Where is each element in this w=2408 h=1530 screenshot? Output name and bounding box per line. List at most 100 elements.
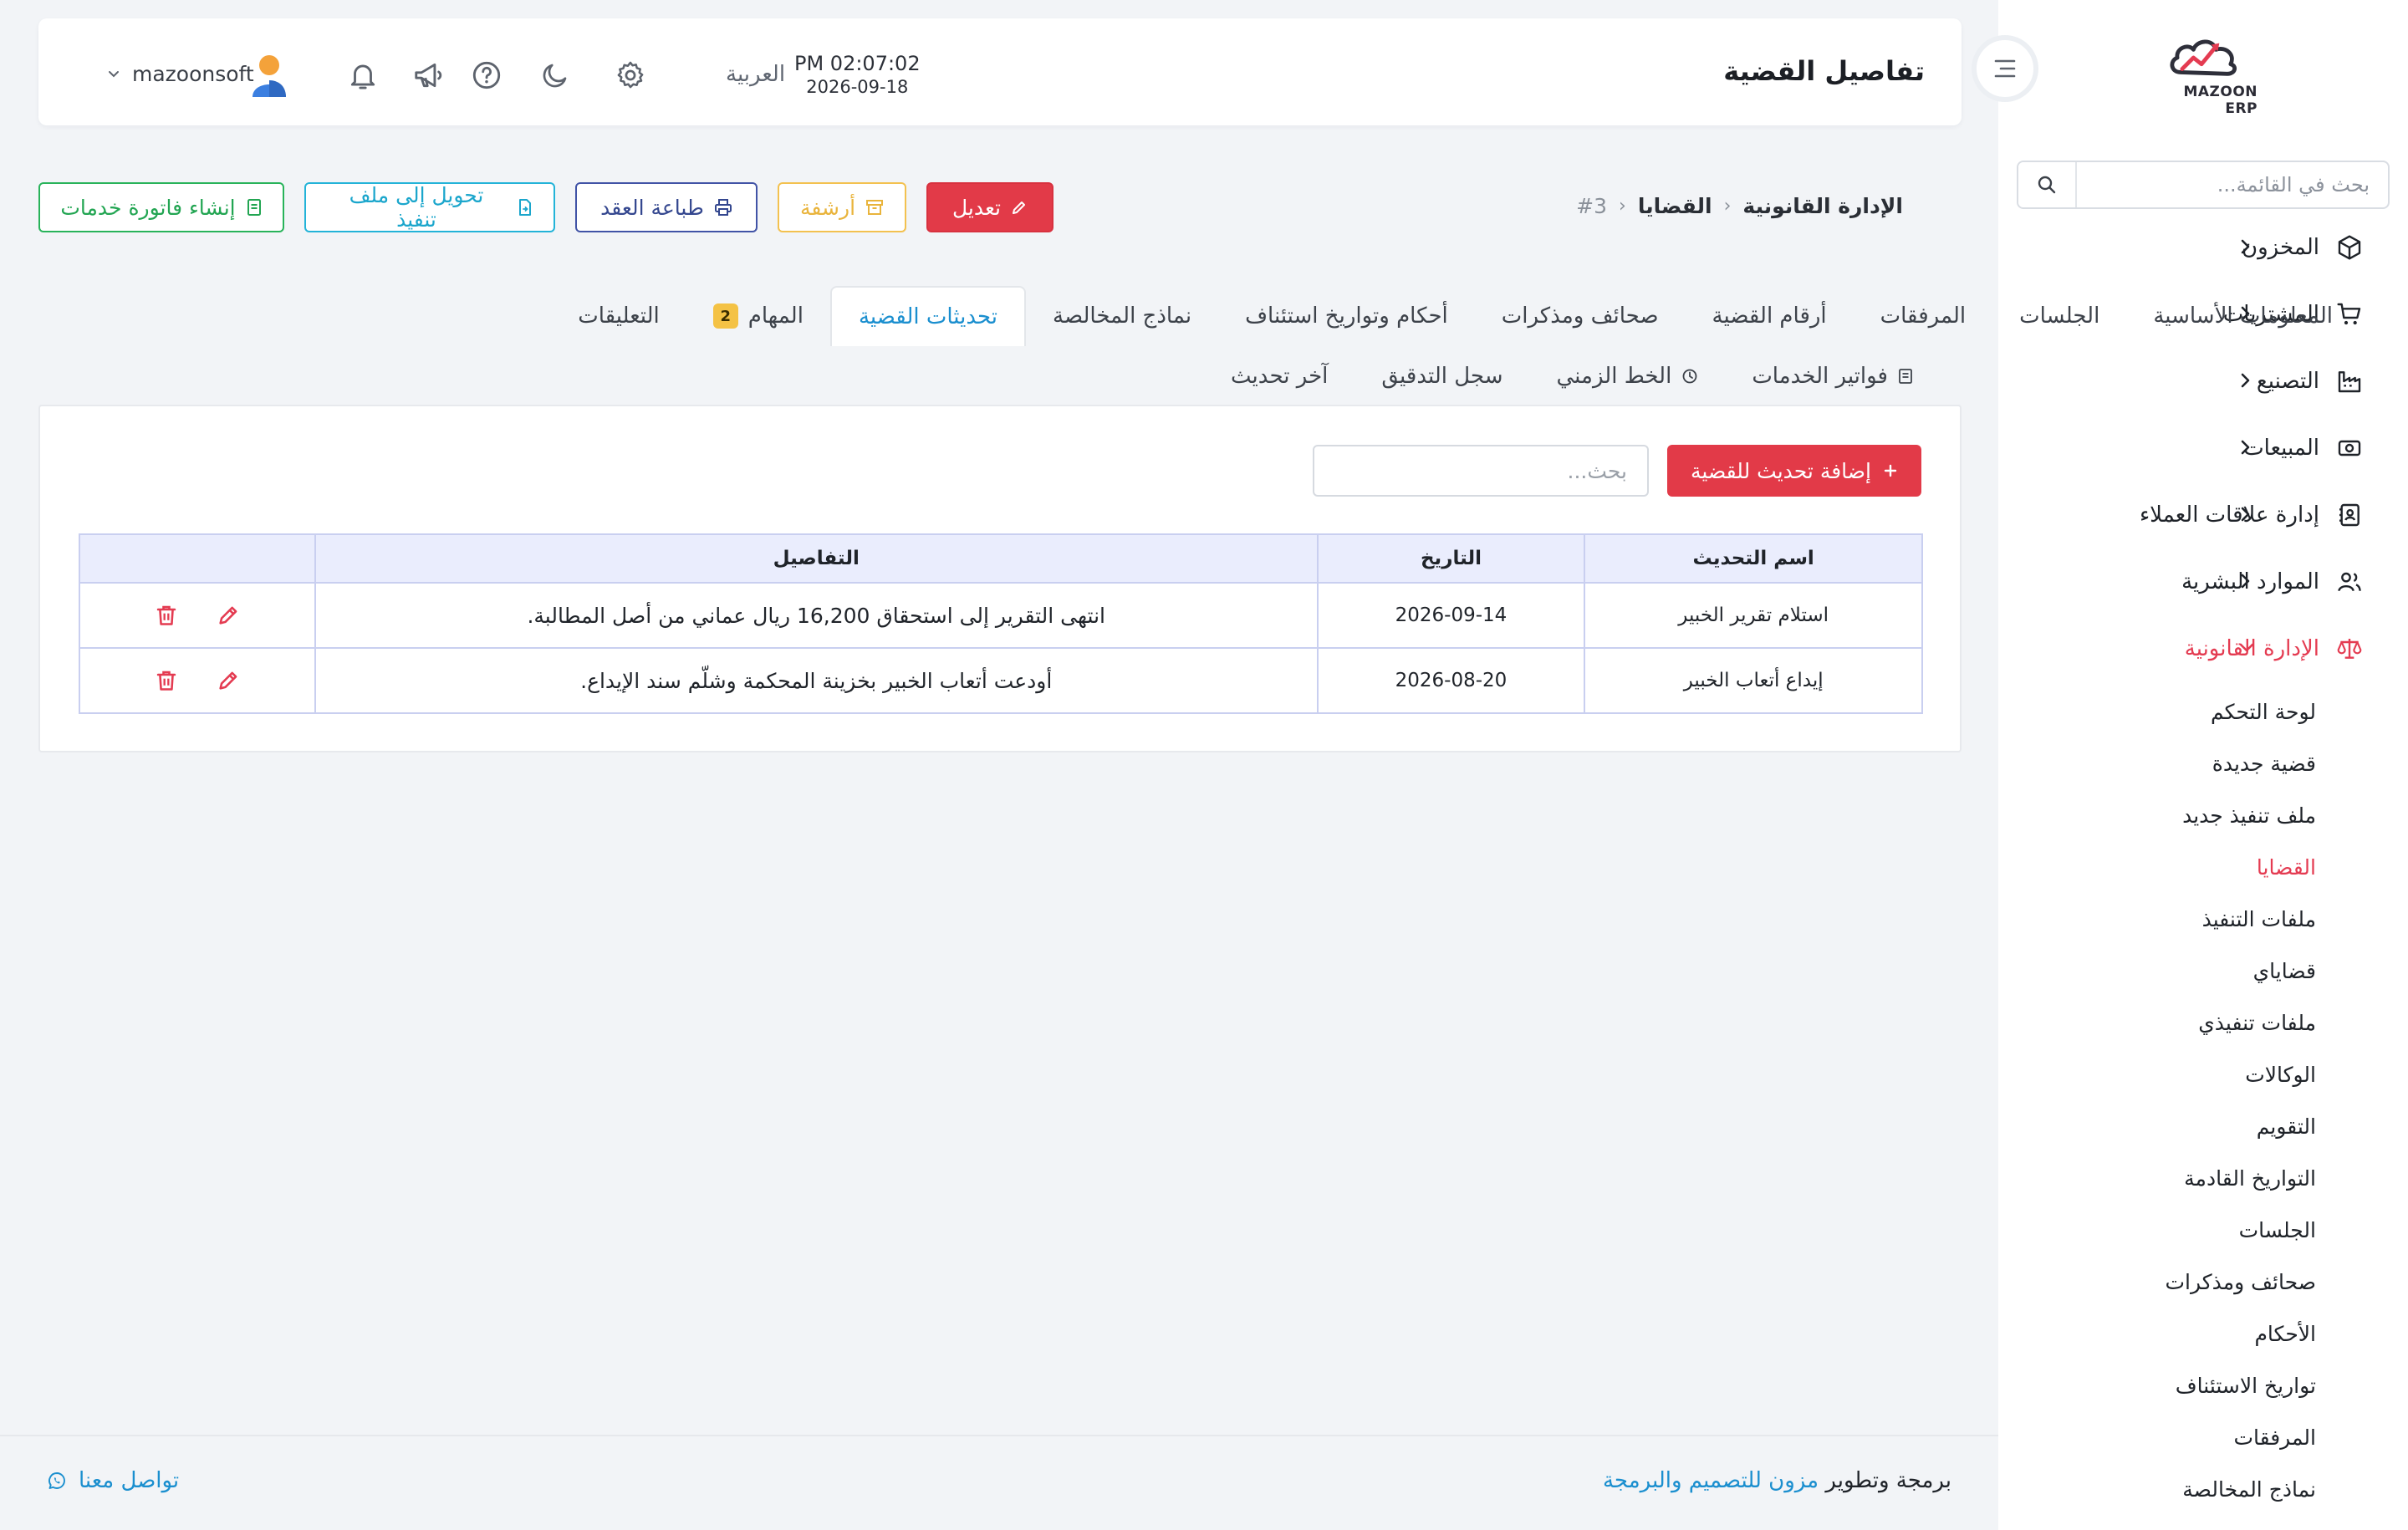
- cell-details: انتهى التقرير إلى استحقاق 16,200 ريال عم…: [314, 582, 1319, 649]
- sidebar-item-sales[interactable]: المبيعات: [1998, 415, 2408, 482]
- chevron-down-icon[interactable]: [2237, 639, 2256, 657]
- submenu-item-my-execution-files[interactable]: ملفات تنفيذي: [1998, 997, 2408, 1048]
- tab-last-update[interactable]: آخر تحديث: [1204, 364, 1354, 389]
- contacts-icon: [2334, 500, 2365, 530]
- archive-icon: [865, 199, 884, 216]
- submenu-item-upcoming-dates[interactable]: التواريخ القادمة: [1998, 1152, 2408, 1204]
- sidebar-item-hr[interactable]: الموارد البشرية: [1998, 548, 2408, 615]
- sidebar-item-legal[interactable]: الإدارة القانونية: [1998, 615, 2408, 682]
- sidebar-item-manufacturing[interactable]: التصنيع: [1998, 348, 2408, 415]
- submenu-item-agencies[interactable]: الوكالات: [1998, 1048, 2408, 1100]
- submenu-item-calendar[interactable]: التقويم: [1998, 1100, 2408, 1152]
- footer-credit-link[interactable]: مزون للتصميم والبرمجة: [1603, 1468, 1819, 1493]
- column-header-details[interactable]: التفاصيل: [314, 533, 1319, 584]
- sidebar-search: [2017, 161, 2390, 209]
- tab-label: آخر تحديث: [1231, 364, 1329, 389]
- trash-icon[interactable]: [155, 604, 178, 627]
- submenu-item-attachments[interactable]: المرفقات: [1998, 1411, 2408, 1463]
- breadcrumb-section[interactable]: القضايا: [1638, 194, 1712, 218]
- submenu-item-execution-files[interactable]: ملفات التنفيذ: [1998, 893, 2408, 945]
- chevron-left-icon[interactable]: [2237, 505, 2252, 523]
- submenu-item-memos[interactable]: صحائف ومذكرات: [1998, 1256, 2408, 1308]
- submenu-item-my-cases[interactable]: قضاياي: [1998, 945, 2408, 997]
- add-case-update-button[interactable]: إضافة تحديث للقضية: [1667, 445, 1921, 497]
- column-header-date[interactable]: التاريخ: [1316, 533, 1586, 584]
- edit-pencil-icon[interactable]: [217, 669, 240, 692]
- tab-case-numbers[interactable]: أرقام القضية: [1686, 286, 1854, 346]
- megaphone-icon[interactable]: [411, 59, 445, 92]
- sidebar-item-label: التصنيع: [2256, 369, 2319, 394]
- tab-service-invoices[interactable]: فواتير الخدمات: [1725, 364, 1940, 389]
- logo-cloud-chart-icon: [2170, 39, 2237, 76]
- tab-timeline[interactable]: الخط الزمني: [1530, 364, 1726, 389]
- sidebar-item-label: إدارة علاقات العملاء: [2139, 502, 2319, 528]
- tab-audit-log[interactable]: سجل التدقيق: [1354, 364, 1529, 389]
- user-menu[interactable]: mazoonsoft: [107, 62, 254, 86]
- column-header-update-name[interactable]: اسم التحديث: [1584, 533, 1923, 584]
- help-icon[interactable]: [470, 59, 503, 92]
- footer-credit-prefix: برمجة وتطوير: [1825, 1468, 1951, 1493]
- submenu-item-dashboard[interactable]: لوحة التحكم: [1998, 686, 2408, 737]
- tab-judgments[interactable]: أحكام وتواريخ استئناف: [1218, 286, 1475, 346]
- case-updates-panel: إضافة تحديث للقضية اسم التحديث التاريخ ا…: [38, 405, 1962, 752]
- cell-update-name: استلام تقرير الخبير: [1584, 582, 1923, 649]
- tab-label: الجلسات: [2019, 303, 2100, 329]
- submenu-item-cases[interactable]: القضايا: [1998, 841, 2408, 893]
- create-service-invoice-button[interactable]: إنشاء فاتورة خدمات: [38, 182, 284, 232]
- cell-details: أودعت أتعاب الخبير بخزينة المحكمة وشلّم …: [314, 647, 1319, 714]
- chevron-left-icon[interactable]: [2237, 237, 2252, 256]
- sidebar-item-inventory[interactable]: المخزون: [1998, 214, 2408, 281]
- contact-us-link[interactable]: تواصل معنا: [47, 1468, 179, 1493]
- users-icon: [2334, 567, 2365, 597]
- tab-tasks[interactable]: المهام 2: [686, 286, 830, 346]
- chevron-left-icon: ‹: [1619, 196, 1626, 217]
- archive-button[interactable]: أرشفة: [778, 182, 906, 232]
- tab-basic-info[interactable]: المعلومات الأساسية: [2126, 286, 2360, 346]
- tab-attachments[interactable]: المرفقات: [1854, 286, 1993, 346]
- trash-icon[interactable]: [155, 669, 178, 692]
- tab-memos[interactable]: صحائف ومذكرات: [1475, 286, 1686, 346]
- chevron-left-icon[interactable]: [2237, 572, 2252, 590]
- top-header: تفاصيل القضية PM 02:07:02 2026-09-18 الع…: [38, 18, 1962, 125]
- table-header-row: اسم التحديث التاريخ التفاصيل: [79, 533, 1923, 584]
- submenu-item-appeal-dates[interactable]: تواريخ الاستئناف: [1998, 1359, 2408, 1411]
- tab-label: التعليقات: [578, 303, 660, 329]
- button-label: تحويل إلى ملف تنفيذ: [349, 183, 484, 232]
- tab-comments[interactable]: التعليقات: [551, 286, 686, 346]
- sidebar-toggle-button[interactable]: [1972, 35, 2038, 102]
- updates-search-input[interactable]: [1313, 445, 1649, 497]
- sidebar-search-input[interactable]: [2077, 162, 2388, 207]
- submenu-item-new-execution-file[interactable]: ملف تنفيذ جديد: [1998, 789, 2408, 841]
- tab-label: المعلومات الأساسية: [2153, 303, 2333, 329]
- file-export-icon: [517, 198, 533, 217]
- convert-to-execution-button[interactable]: تحويل إلى ملف تنفيذ: [304, 182, 555, 232]
- sidebar: MAZOON ERP المخزون المشتريات: [1998, 0, 2408, 1530]
- tab-sessions[interactable]: الجلسات: [1992, 286, 2126, 346]
- edit-pencil-icon[interactable]: [217, 604, 240, 627]
- submenu-item-judgments[interactable]: الأحكام: [1998, 1308, 2408, 1359]
- sidebar-item-crm[interactable]: إدارة علاقات العملاء: [1998, 482, 2408, 548]
- language-switcher[interactable]: العربية: [726, 62, 785, 87]
- cell-date: 2026-08-20: [1316, 647, 1586, 714]
- scale-icon: [2334, 634, 2365, 664]
- chevron-left-icon[interactable]: [2237, 371, 2252, 390]
- tab-clearance-forms[interactable]: نماذج المخالصة: [1026, 286, 1218, 346]
- moon-icon[interactable]: [538, 59, 572, 92]
- cell-actions: [79, 582, 316, 649]
- search-icon[interactable]: [2018, 162, 2077, 207]
- app-logo[interactable]: MAZOON ERP: [2149, 33, 2258, 117]
- bell-icon[interactable]: [346, 59, 380, 92]
- tab-label: المهام: [747, 303, 804, 329]
- tasks-count-badge: 2: [712, 303, 738, 329]
- print-contract-button[interactable]: طباعة العقد: [575, 182, 758, 232]
- tab-case-updates[interactable]: تحديثات القضية: [829, 286, 1026, 346]
- chevron-left-icon[interactable]: [2237, 438, 2252, 456]
- submenu-item-clearance-forms[interactable]: نماذج المخالصة: [1998, 1463, 2408, 1515]
- tab-label: أرقام القضية: [1712, 303, 1827, 329]
- chevron-left-icon: ‹: [1723, 196, 1732, 217]
- edit-case-button[interactable]: تعديل: [926, 182, 1054, 232]
- breadcrumb-root[interactable]: الإدارة القانونية: [1742, 194, 1903, 218]
- submenu-item-sessions[interactable]: الجلسات: [1998, 1204, 2408, 1256]
- submenu-item-new-case[interactable]: قضية جديدة: [1998, 737, 2408, 789]
- gear-icon[interactable]: [614, 59, 647, 92]
